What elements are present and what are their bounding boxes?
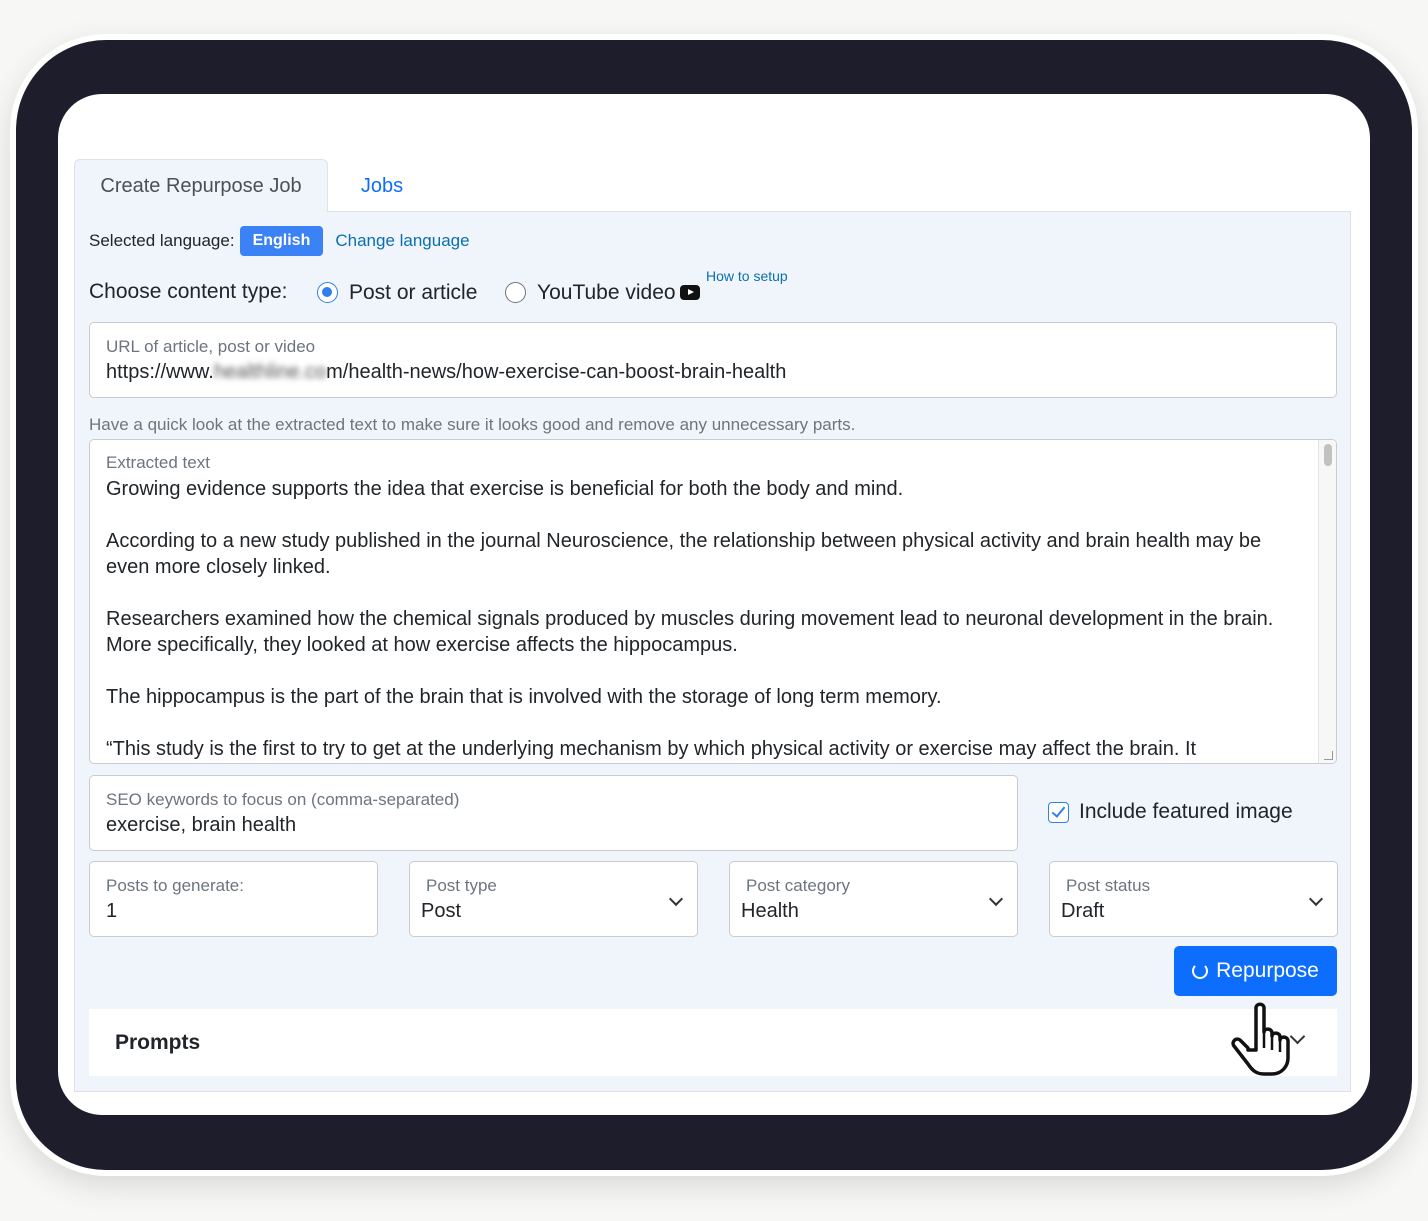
extracted-paragraph: Researchers examined how the chemical si… xyxy=(106,608,1274,656)
youtube-icon xyxy=(680,285,700,300)
repurpose-button-label: Repurpose xyxy=(1216,959,1319,982)
post-category-value: Health xyxy=(741,900,799,922)
post-category-label: Post category xyxy=(746,876,850,895)
language-badge: English xyxy=(239,226,324,256)
url-prefix: https://www. xyxy=(106,361,214,383)
chevron-down-icon xyxy=(1308,891,1324,907)
tab-bar: Create Repurpose Job Jobs xyxy=(74,159,1351,213)
post-status-label: Post status xyxy=(1066,876,1151,895)
post-type-select[interactable]: Post type Post xyxy=(409,861,698,937)
how-to-setup-link[interactable]: How to setup xyxy=(706,268,788,284)
extracted-paragraph: According to a new study published in th… xyxy=(106,530,1262,578)
app-screen: Create Repurpose Job Jobs Selected langu… xyxy=(58,94,1370,1115)
featured-image-label[interactable]: Include featured image xyxy=(1079,800,1293,824)
post-type-label: Post type xyxy=(426,876,497,895)
extracted-paragraph: The hippocampus is the part of the brain… xyxy=(106,686,942,708)
extracted-paragraph: Growing evidence supports the idea that … xyxy=(106,478,904,500)
url-suffix: m/health-news/how-exercise-can-boost-bra… xyxy=(326,361,787,383)
youtube-video-label[interactable]: YouTube video xyxy=(537,281,676,305)
seo-keywords-label: SEO keywords to focus on (comma-separate… xyxy=(106,790,460,809)
tab-jobs[interactable]: Jobs xyxy=(336,159,428,213)
create-job-panel: Selected language: English Change langua… xyxy=(74,212,1351,1092)
seo-keywords-value[interactable]: exercise, brain health xyxy=(106,814,296,837)
extracted-text-label: Extracted text xyxy=(106,453,210,472)
prompts-accordion[interactable]: Prompts xyxy=(89,1009,1337,1076)
post-type-value: Post xyxy=(421,900,462,922)
url-field-label: URL of article, post or video xyxy=(106,337,316,356)
chevron-down-icon xyxy=(988,891,1004,907)
chevron-down-icon xyxy=(668,891,684,907)
posts-to-generate-value[interactable]: 1 xyxy=(106,900,117,923)
post-status-value: Draft xyxy=(1061,900,1105,922)
url-field-value[interactable]: https://www.healthline.com/health-news/h… xyxy=(106,361,786,384)
extracted-text-area[interactable]: Extracted text Growing evidence supports… xyxy=(89,439,1337,764)
tab-create-repurpose-job[interactable]: Create Repurpose Job xyxy=(74,159,328,213)
scroll-thumb[interactable] xyxy=(1324,444,1332,466)
url-field[interactable]: URL of article, post or video https://ww… xyxy=(89,322,1337,398)
featured-image-checkbox[interactable] xyxy=(1048,801,1069,823)
seo-keywords-field[interactable]: SEO keywords to focus on (comma-separate… xyxy=(89,775,1018,851)
scrollbar[interactable] xyxy=(1318,440,1336,763)
posts-to-generate-field[interactable]: Posts to generate: 1 xyxy=(89,861,378,937)
post-category-select[interactable]: Post category Health xyxy=(729,861,1018,937)
extracted-text-body[interactable]: Growing evidence supports the idea that … xyxy=(106,476,1296,763)
selected-language-label: Selected language: xyxy=(89,231,235,250)
prompts-label: Prompts xyxy=(115,1031,201,1054)
extracted-paragraph: “This study is the first to try to get a… xyxy=(106,738,1197,760)
change-language-link[interactable]: Change language xyxy=(335,231,469,251)
language-row: Selected language: English Change langua… xyxy=(89,226,470,256)
featured-image-option[interactable]: Include featured image xyxy=(1048,800,1293,824)
posts-to-generate-label: Posts to generate: xyxy=(106,876,244,895)
repurpose-button[interactable]: Repurpose xyxy=(1174,946,1337,996)
radio-youtube-video[interactable] xyxy=(505,282,526,303)
post-or-article-label[interactable]: Post or article xyxy=(349,281,477,305)
refresh-icon xyxy=(1192,963,1209,979)
radio-post-or-article[interactable] xyxy=(317,282,338,303)
hand-pointer-icon xyxy=(1231,1002,1290,1076)
content-type-row: Choose content type: Post or article You… xyxy=(89,268,849,308)
post-status-select[interactable]: Post status Draft xyxy=(1049,861,1338,937)
resize-handle-icon[interactable] xyxy=(1324,751,1333,760)
url-blurred-domain: healthline.co xyxy=(213,361,327,383)
extracted-help-text: Have a quick look at the extracted text … xyxy=(89,415,856,434)
content-type-label: Choose content type: xyxy=(89,280,288,303)
